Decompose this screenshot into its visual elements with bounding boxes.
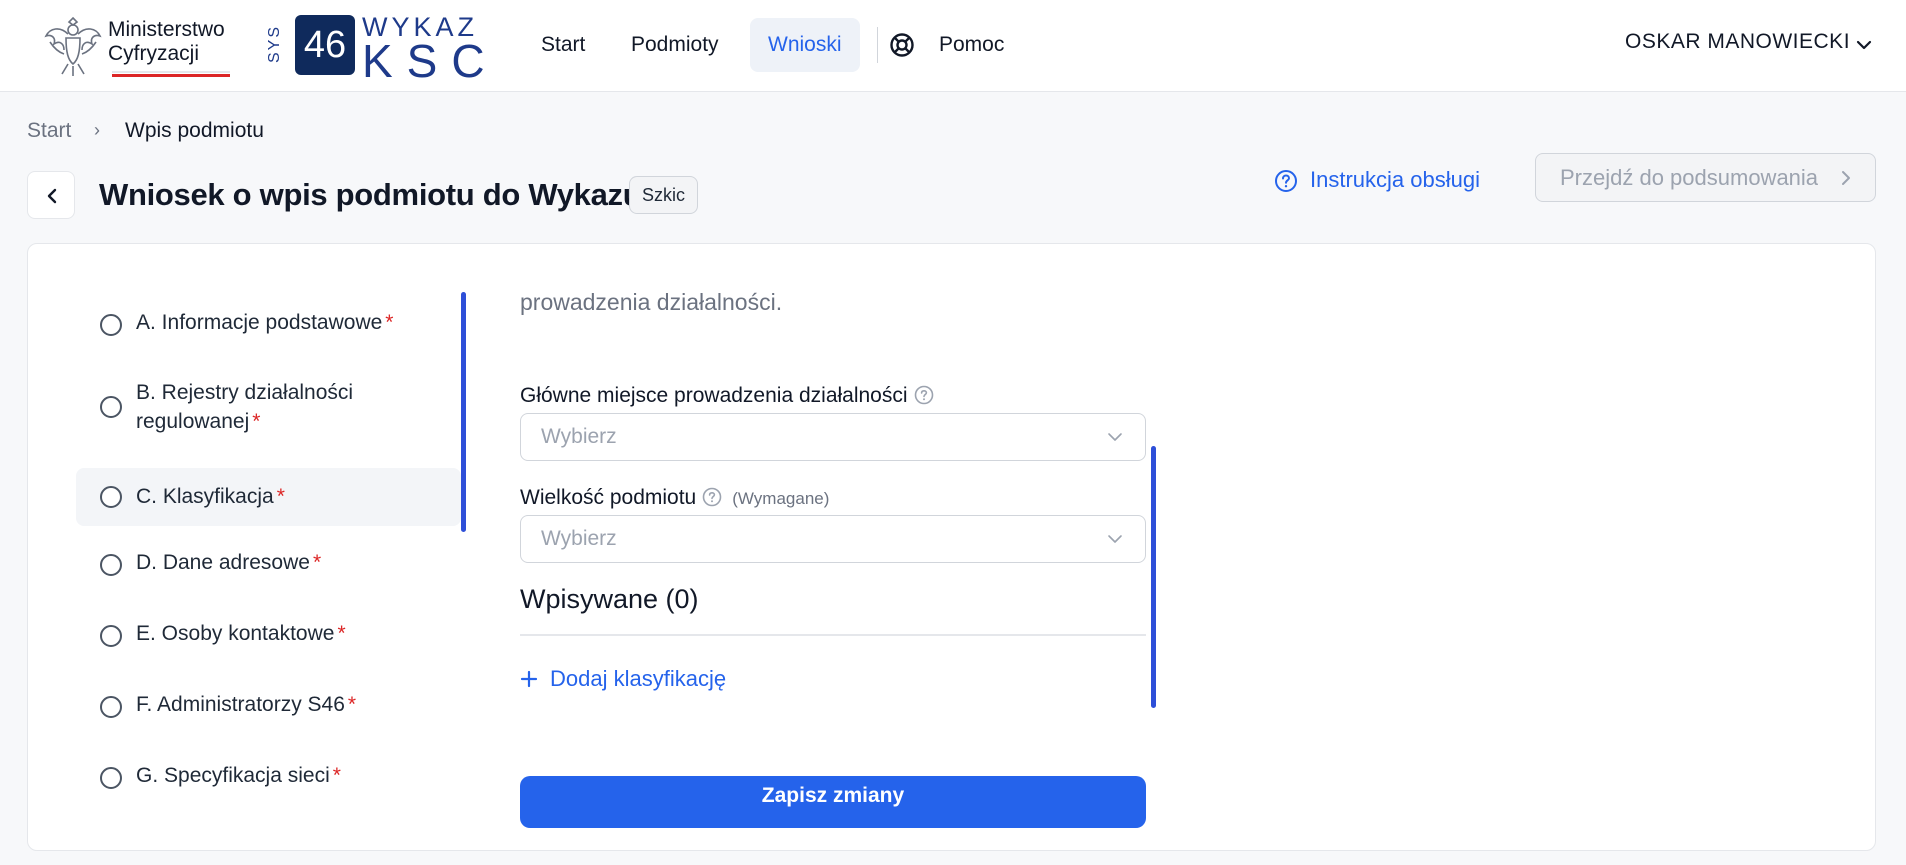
ministry-flag-bar [112,71,230,77]
user-menu-name[interactable]: OSKAR MANOWIECKI [1625,30,1850,54]
add-classification-label: Dodaj klasyfikację [550,666,727,691]
section-title: Wpisywane (0) [520,584,699,614]
nav-separator [877,27,878,63]
step-item-e[interactable]: E. Osoby kontaktowe * [76,615,461,653]
step-label: C. Klasyfikacja [136,485,274,508]
lifebuoy-icon[interactable] [889,32,915,58]
content-scrollbar[interactable] [1151,446,1156,708]
step-label: F. Administratorzy S46 [136,693,345,716]
help-tooltip-icon[interactable] [702,487,722,507]
question-circle-icon [1275,170,1297,192]
chevron-left-icon [47,188,57,204]
size-label: Wielkość podmiotu (Wymagane) [520,486,830,509]
step-label: E. Osoby kontaktowe [136,622,335,645]
step-item-g[interactable]: G. Specyfikacja sieci * [76,757,461,795]
nav-podmioty[interactable]: Podmioty [613,18,737,72]
add-classification-link[interactable]: Dodaj klasyfikację [520,664,726,694]
nav-pomoc[interactable]: Pomoc [921,18,1022,72]
step-item-b[interactable]: B. Rejestry działalności regulowanej * [76,376,416,438]
required-marker: * [252,410,261,433]
instruction-link[interactable]: Instrukcja obsługi [1274,162,1480,198]
form-card: A. Informacje podstawowe * B. Rejestry dz… [27,243,1876,851]
step-label: B. Rejestry działalności regulowanej [136,381,354,433]
step-radio-icon [100,314,122,336]
step-radio-icon [100,767,122,789]
nav-wnioski[interactable]: Wnioski [750,18,860,72]
ministry-name-line1: Ministerstwo [108,18,225,41]
step-item-c[interactable]: C. Klasyfikacja * [76,468,461,526]
instruction-link-label: Instrukcja obsługi [1310,167,1480,192]
page-title: Wniosek o wpis podmiotu do Wykazu [99,177,642,212]
ksc-text: KSC [362,35,499,87]
step-label: G. Specyfikacja sieci [136,764,330,787]
step-label: D. Dane adresowe [136,551,310,574]
top-header: Ministerstwo Cyfryzacji SYS 46 WYKAZ KSC… [0,0,1906,92]
chevron-down-icon [1108,535,1122,543]
required-marker: * [332,764,341,787]
required-marker: * [347,693,357,716]
main-place-label: Główne miejsce prowadzenia działalności [520,384,934,408]
breadcrumb-current: Wpis podmiotu [125,119,264,142]
size-select[interactable]: Wybierz [520,515,1146,563]
eagle-emblem-icon [44,16,102,76]
step-item-f[interactable]: F. Administratorzy S46 * [76,686,461,724]
step-item-a[interactable]: A. Informacje podstawowe * [76,304,461,342]
chevron-down-icon[interactable] [1854,35,1874,55]
back-button[interactable] [27,171,75,219]
ksc-46-badge: 46 [295,15,355,75]
ministry-logo[interactable]: Ministerstwo Cyfryzacji [42,12,230,80]
step-item-d[interactable]: D. Dane adresowe * [76,544,461,582]
step-radio-icon [100,696,122,718]
steps-scrollbar[interactable] [461,292,466,532]
section-divider [520,634,1146,636]
help-tooltip-icon[interactable] [914,385,934,405]
intro-text: prowadzenia działalności. [520,289,783,315]
summary-button-label: Przejdź do podsumowania [1560,165,1819,190]
step-radio-icon [100,486,122,508]
step-label: A. Informacje podstawowe [136,311,383,334]
chevron-right-icon [1842,171,1850,185]
step-radio-icon [100,396,122,418]
step-radio-icon [100,554,122,576]
required-marker: * [276,485,285,508]
required-marker: * [385,311,394,334]
chevron-down-icon [1108,433,1122,441]
go-to-summary-button[interactable]: Przejdź do podsumowania [1535,153,1876,202]
required-note: (Wymagane) [732,489,830,508]
nav-start[interactable]: Start [523,18,603,72]
ksc-sys-text: SYS [266,25,283,64]
wykaz-ksc-logo[interactable]: SYS 46 WYKAZ KSC [266,12,508,87]
breadcrumb-start[interactable]: Start [27,119,71,143]
breadcrumb-separator-icon: › [94,120,100,140]
main-place-placeholder: Wybierz [541,425,617,448]
plus-icon [520,670,538,688]
status-badge: Szkic [629,176,699,214]
required-marker: * [312,551,322,574]
ministry-name-line2: Cyfryzacji [108,42,200,65]
size-placeholder: Wybierz [541,527,617,550]
save-changes-button[interactable]: Zapisz zmiany [520,776,1146,828]
main-place-select[interactable]: Wybierz [520,413,1146,461]
required-marker: * [337,622,346,645]
step-radio-icon [100,625,122,647]
